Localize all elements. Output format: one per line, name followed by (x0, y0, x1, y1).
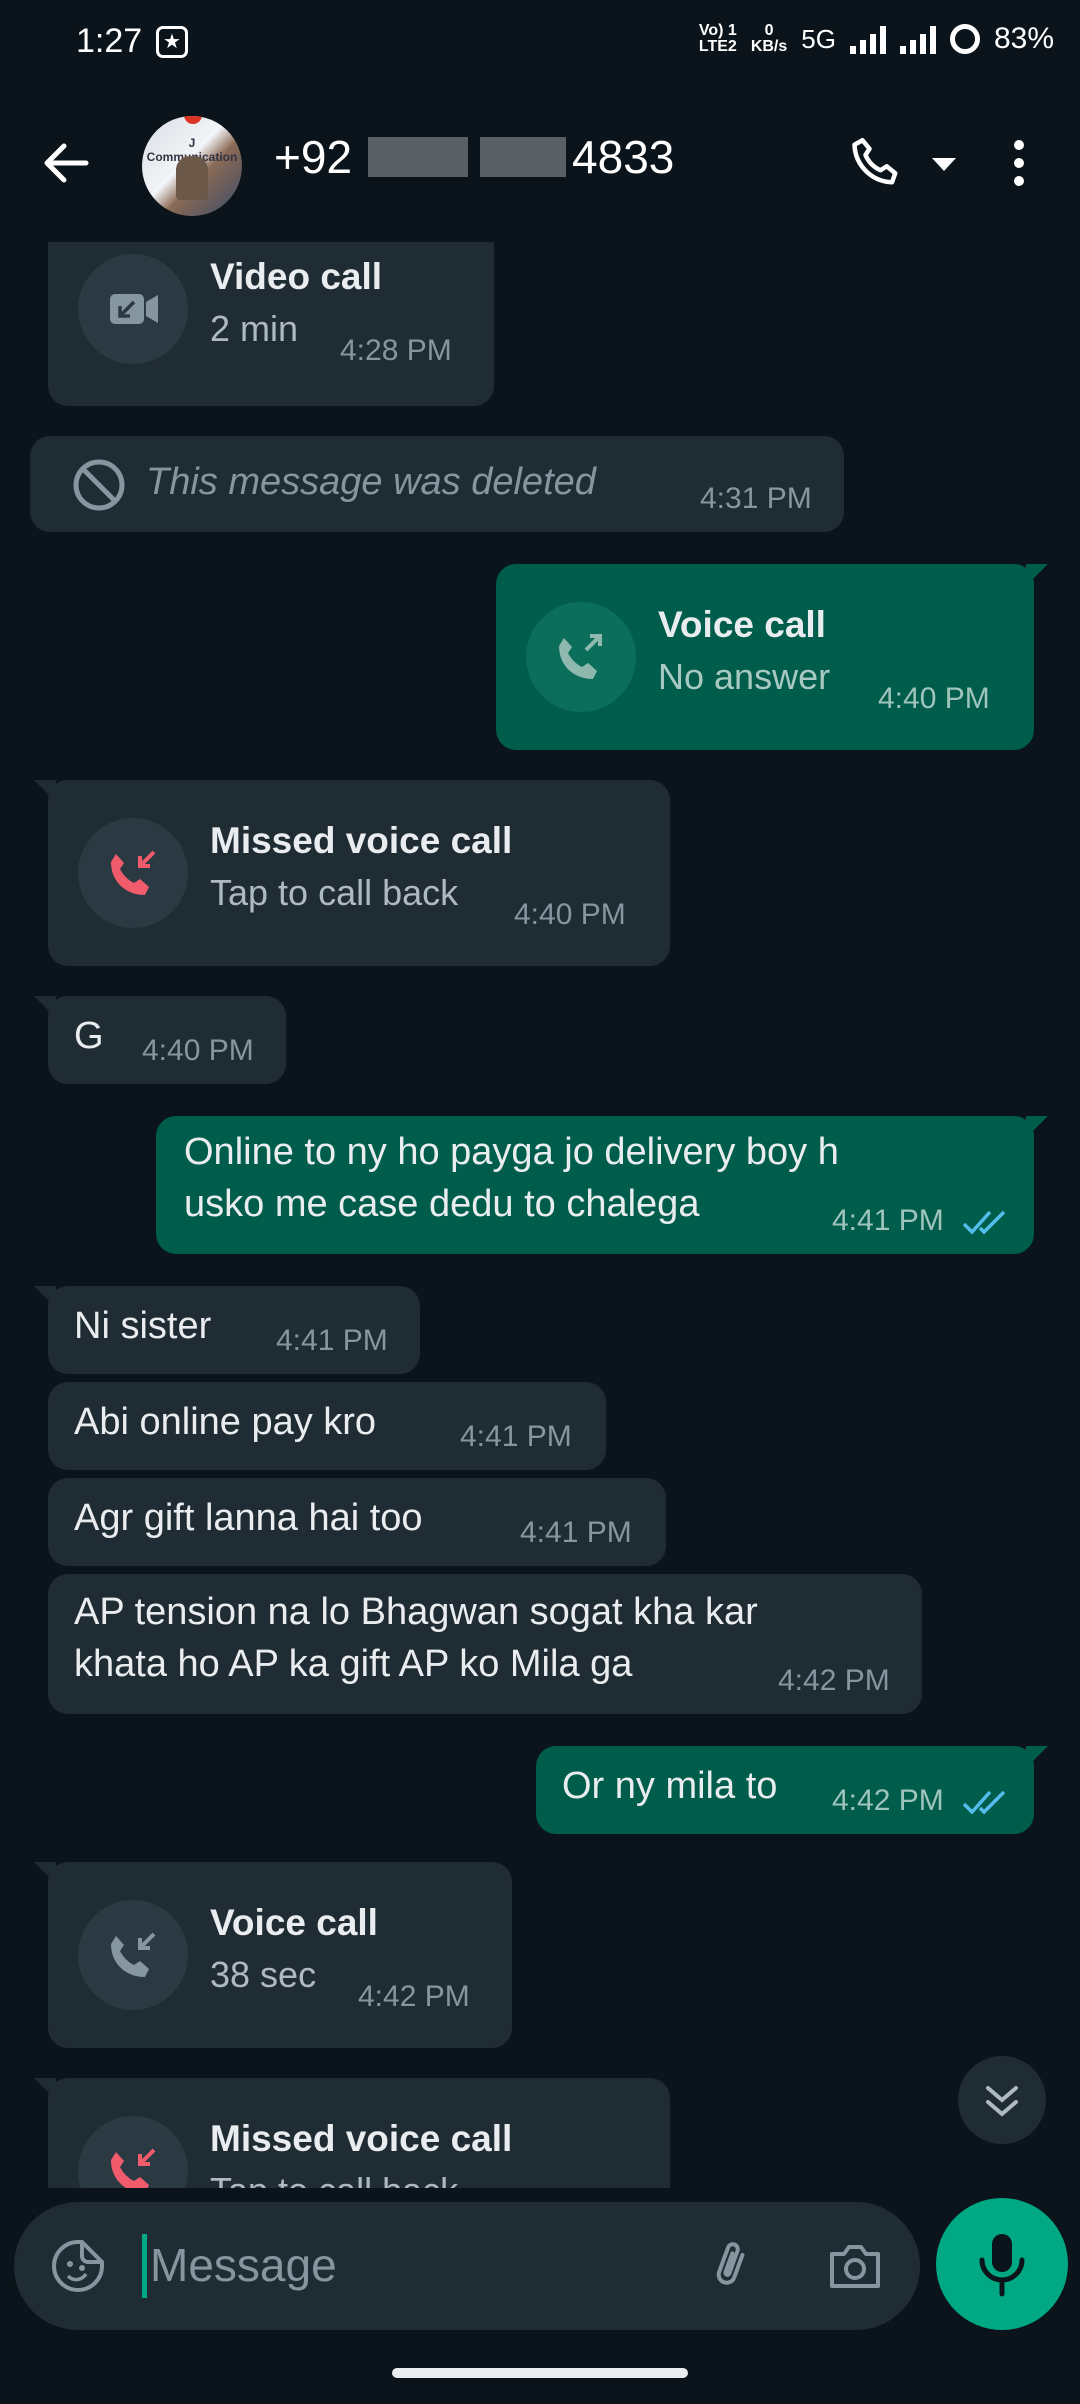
status-bar: 1:27 ★ Vo) 1 LTE2 0 KB/s 5G 83% (0, 0, 1080, 88)
avatar[interactable]: J Communication (142, 116, 242, 216)
blocked-icon (72, 458, 126, 512)
gesture-nav-bar (0, 2344, 1080, 2404)
missed-call-icon (78, 2116, 188, 2188)
call-bubble[interactable]: Voice call 38 sec 4:42 PM (34, 1862, 512, 2048)
missed-call-icon (78, 818, 188, 928)
missed-call-bubble[interactable]: Missed voice call Tap to call back (34, 2078, 670, 2188)
more-options-icon[interactable] (1012, 140, 1026, 192)
camera-icon[interactable] (826, 2238, 884, 2294)
message-bubble[interactable]: Ni sister 4:41 PM (34, 1286, 420, 1374)
message-bubble[interactable]: Or ny mila to 4:42 PM (536, 1746, 1048, 1834)
call-bubble[interactable]: Voice call No answer 4:40 PM (496, 564, 1048, 750)
scroll-down-icon[interactable] (958, 2056, 1046, 2144)
double-check-icon (962, 1788, 1010, 1816)
emoji-sticker-icon[interactable] (50, 2238, 106, 2294)
missed-call-bubble[interactable]: Missed voice call Tap to call back 4:40 … (34, 780, 670, 966)
signal-bars-1-icon (849, 24, 886, 54)
text-cursor (142, 2234, 147, 2298)
message-input[interactable]: Message (150, 2238, 337, 2292)
network-speed: 0 KB/s (750, 22, 788, 55)
dropdown-caret-icon[interactable] (932, 158, 956, 171)
call-bubble[interactable]: Video call 2 min 4:28 PM (48, 242, 494, 406)
phone-icon[interactable] (846, 134, 906, 194)
network-type: 5G (801, 23, 836, 54)
signal-bars-2-icon (899, 24, 936, 54)
deleted-message-bubble[interactable]: This message was deleted 4:31 PM (30, 436, 844, 532)
message-list[interactable]: Video call 2 min 4:28 PM This message wa… (0, 242, 1080, 2188)
battery-percent: 83% (993, 22, 1054, 55)
chat-header: J Communication +92 4833 (0, 88, 1080, 242)
message-bubble[interactable]: Abi online pay kro 4:41 PM (48, 1382, 606, 1470)
back-arrow-icon[interactable] (40, 138, 90, 188)
attach-icon[interactable] (704, 2238, 760, 2294)
message-bubble[interactable]: Agr gift lanna hai too 4:41 PM (48, 1478, 666, 1566)
composer-bar: Message (0, 2188, 1080, 2344)
message-bubble[interactable]: AP tension na lo Bhagwan sogat kha kar k… (48, 1574, 922, 1714)
incoming-call-icon (78, 1900, 188, 2010)
message-bubble[interactable]: G 4:40 PM (34, 996, 286, 1084)
outgoing-call-icon (526, 602, 636, 712)
double-check-icon (962, 1208, 1010, 1236)
mic-icon[interactable] (936, 2198, 1068, 2330)
redacted-block (480, 137, 567, 177)
battery-icon (949, 24, 980, 54)
video-call-icon (78, 254, 188, 364)
message-field[interactable]: Message (14, 2202, 920, 2330)
system-indicators: Vo) 1 LTE2 0 KB/s 5G 83% (699, 22, 1054, 56)
volte-indicator: Vo) 1 LTE2 (698, 22, 737, 55)
home-indicator[interactable] (392, 2368, 688, 2378)
redacted-block (368, 137, 469, 177)
notification-star-icon: ★ (156, 26, 188, 58)
message-bubble[interactable]: Online to ny ho payga jo delivery boy h … (156, 1116, 1048, 1254)
contact-name[interactable]: +92 4833 (274, 130, 674, 184)
status-time: 1:27 (76, 22, 143, 60)
